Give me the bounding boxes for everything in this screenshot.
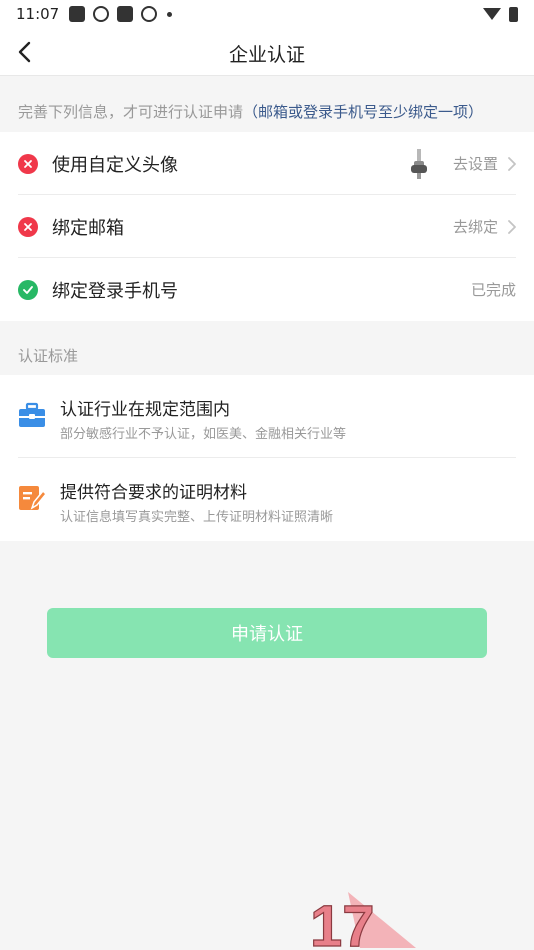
wifi-icon: [483, 8, 501, 20]
check-icon: [18, 279, 38, 300]
chevron-right-icon: [508, 156, 516, 171]
standard-description: 认证信息填写真实完整、上传证明材料证照清晰: [60, 510, 334, 525]
watermark-text: 17: [310, 894, 375, 950]
more-dot-icon: [167, 11, 173, 17]
requirement-label: 绑定登录手机号: [52, 280, 178, 302]
requirement-avatar-row[interactable]: 使用自定义头像 去设置: [0, 132, 534, 195]
requirement-phone-row: 绑定登录手机号 已完成: [0, 258, 534, 321]
chevron-right-icon: [508, 219, 516, 234]
briefcase-icon: [19, 402, 45, 427]
notification-icon: [117, 6, 134, 22]
error-icon: [18, 153, 38, 174]
standard-item: 提供符合要求的证明材料 认证信息填写真实完整、上传证明材料证照清晰: [0, 458, 534, 541]
sync-icon: [93, 6, 110, 22]
requirement-label: 使用自定义头像: [52, 154, 178, 176]
notification-icon: [69, 6, 86, 22]
requirements-list: 使用自定义头像 去设置 绑定邮箱 去绑定 绑定登录手机号 已完成: [0, 132, 534, 321]
requirements-hint: 完善下列信息，才可进行认证申请（邮箱或登录手机号至少绑定一项）: [18, 101, 483, 122]
status-time: 11:07: [16, 5, 60, 23]
error-icon: [18, 216, 38, 237]
standard-title: 认证行业在规定范围内: [60, 400, 230, 420]
apply-certification-button[interactable]: 申请认证: [47, 608, 487, 658]
page-title: 企业认证: [228, 44, 305, 66]
standard-item: 认证行业在规定范围内 部分敏感行业不予认证，如医美、金融相关行业等: [0, 375, 534, 458]
nav-bar: 企业认证: [0, 28, 534, 76]
bind-email-link[interactable]: 去绑定: [453, 216, 498, 237]
battery-icon: [509, 6, 518, 22]
hint-highlight: （邮箱或登录手机号至少绑定一项）: [243, 103, 484, 121]
requirement-email-row[interactable]: 绑定邮箱 去绑定: [0, 195, 534, 258]
watermark-logo: 17: [309, 892, 416, 950]
requirement-label: 绑定邮箱: [52, 217, 124, 239]
standard-description: 部分敏感行业不予认证，如医美、金融相关行业等: [60, 427, 347, 442]
completed-status: 已完成: [470, 281, 516, 299]
standards-section-title: 认证标准: [18, 347, 79, 365]
standard-title: 提供符合要求的证明材料: [60, 483, 247, 503]
hint-text: 完善下列信息，才可进行认证申请: [18, 103, 244, 121]
status-bar: 11:07: [0, 0, 534, 28]
document-edit-icon: [19, 486, 46, 510]
avatar-thumbnail: [411, 148, 427, 179]
sync-icon: [141, 6, 158, 22]
standards-list: 认证行业在规定范围内 部分敏感行业不予认证，如医美、金融相关行业等 提供符合要求…: [0, 375, 534, 541]
set-avatar-link[interactable]: 去设置: [453, 153, 498, 174]
